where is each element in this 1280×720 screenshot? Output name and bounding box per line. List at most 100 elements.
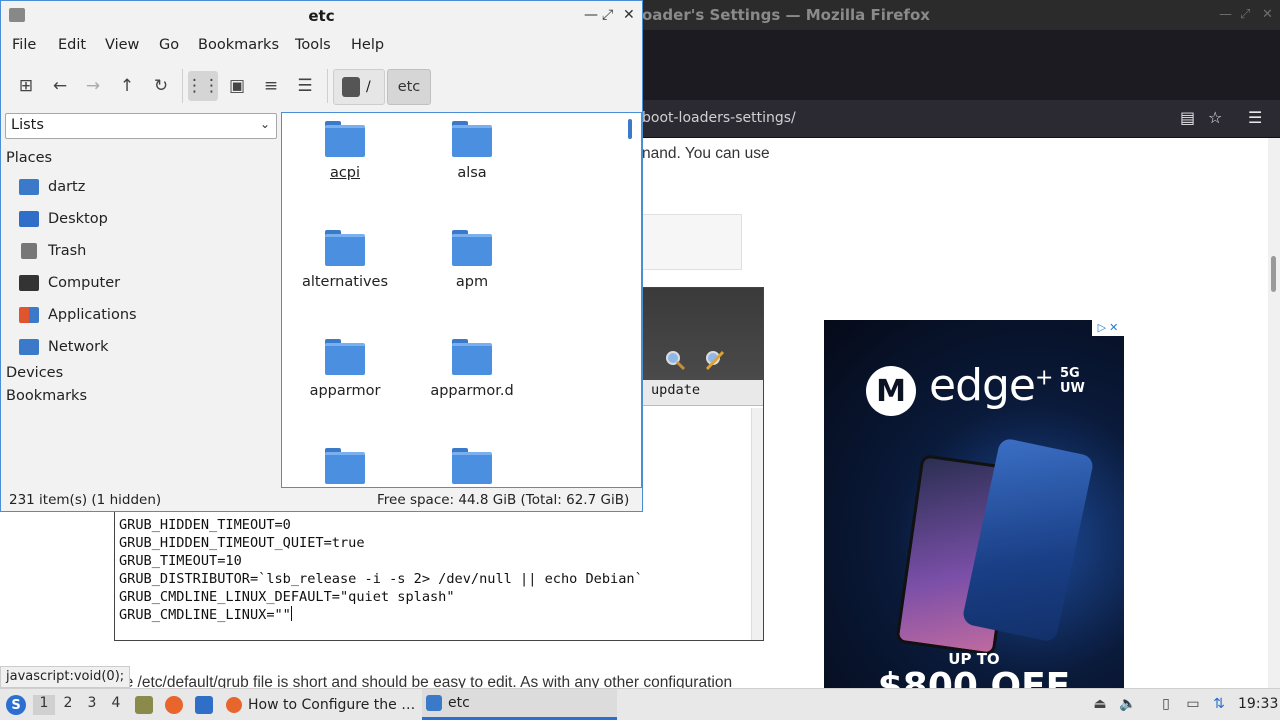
ad-network-5g: 5G — [1060, 366, 1080, 381]
reload-icon[interactable]: ↻ — [146, 71, 176, 101]
start-menu-icon[interactable]: S — [6, 695, 26, 715]
folder-item[interactable] — [285, 440, 405, 487]
applications-icon — [19, 307, 39, 323]
sidebar-item-label: Network — [48, 339, 109, 355]
detailed-view-icon[interactable]: ☰ — [290, 71, 320, 101]
firefox-launcher-icon[interactable] — [165, 696, 183, 714]
path-button-root[interactable]: / — [333, 69, 385, 105]
network-tray-icon[interactable]: ⇅ — [1210, 696, 1228, 714]
sidebar-item-applications[interactable]: Applications — [19, 303, 137, 327]
menu-view[interactable]: View — [105, 37, 139, 53]
sidebar-item-computer[interactable]: Computer — [19, 271, 120, 295]
folder-item[interactable]: alsa — [412, 113, 532, 193]
sidebar-item-label: dartz — [48, 179, 86, 195]
sidebar-item-label: Computer — [48, 275, 121, 291]
page-scrollbar-thumb[interactable] — [1271, 256, 1276, 292]
menu-edit[interactable]: Edit — [58, 37, 86, 53]
sidebar-item-desktop[interactable]: Desktop — [19, 207, 108, 231]
eject-icon[interactable]: ⏏ — [1091, 696, 1109, 714]
ad-brand-name: edge — [929, 360, 1036, 411]
file-manager-titlebar[interactable]: etc — ⤢ ✕ — [1, 1, 642, 31]
task-label: How to Configure the … — [248, 696, 416, 713]
menu-tools[interactable]: Tools — [295, 37, 331, 53]
up-icon[interactable]: ↑ — [112, 71, 142, 101]
file-view[interactable]: acpi alsa alternatives apm apparmor appa… — [281, 112, 642, 488]
task-file-manager[interactable]: etc — [422, 689, 617, 720]
back-icon[interactable]: ← — [45, 71, 75, 101]
thumbnail-view-icon[interactable]: ▣ — [222, 71, 252, 101]
folder-label: alsa — [457, 165, 487, 181]
volume-icon[interactable]: 🔈 — [1119, 696, 1137, 714]
folder-item[interactable]: acpi — [285, 113, 405, 193]
reader-view-icon[interactable]: ▤ — [1180, 108, 1195, 127]
file-manager-launcher-icon[interactable] — [135, 696, 153, 714]
file-view-scrollbar[interactable] — [621, 113, 641, 487]
sidebar-item-dartz[interactable]: dartz — [19, 175, 85, 199]
places-heading[interactable]: Places — [6, 150, 52, 166]
new-tab-icon[interactable]: ⊞ — [11, 71, 41, 101]
ad-info-icon[interactable]: ▷ — [1098, 322, 1106, 334]
trash-icon — [21, 243, 37, 259]
menu-go[interactable]: Go — [159, 37, 179, 53]
ad-brand-sup: + — [1035, 365, 1053, 391]
code-box — [642, 214, 742, 270]
folder-icon — [452, 339, 492, 375]
menu-file[interactable]: File — [12, 37, 36, 53]
folder-label: apparmor — [309, 383, 381, 399]
close-icon[interactable]: ✕ — [1262, 7, 1273, 22]
chevron-down-icon: ⌄ — [259, 117, 270, 131]
sidebar-item-trash[interactable]: Trash — [19, 239, 86, 263]
toolbar-separator — [182, 69, 183, 103]
advertisement[interactable]: ▷ ✕ M edge+ 5G UW UP TO $800 OFF — [824, 320, 1124, 688]
forward-icon[interactable]: → — [78, 71, 108, 101]
menu-help[interactable]: Help — [351, 37, 384, 53]
menu-bookmarks[interactable]: Bookmarks — [198, 37, 279, 53]
terminal-line: GRUB_TIMEOUT=10 — [119, 553, 242, 569]
close-icon[interactable]: ✕ — [623, 7, 635, 23]
desktop-icon — [19, 211, 39, 227]
maximize-icon[interactable]: ⤢ — [602, 7, 613, 23]
bookmark-star-icon[interactable]: ☆ — [1208, 108, 1222, 127]
icon-view-icon[interactable]: ⋮⋮ — [186, 71, 220, 101]
article-text: nand. You can use — [642, 145, 770, 162]
workspace-3[interactable]: 3 — [81, 695, 103, 715]
minimize-icon[interactable]: — — [1219, 7, 1232, 22]
status-link-preview: javascript:void(0); — [0, 666, 131, 688]
tools-icon — [705, 350, 725, 371]
display-icon[interactable]: ▭ — [1184, 696, 1202, 714]
sidebar-item-label: Trash — [48, 243, 87, 259]
page-scrollbar[interactable] — [1268, 138, 1280, 688]
devices-heading[interactable]: Devices — [6, 365, 63, 381]
side-pane-mode-select[interactable]: Lists ⌄ — [5, 113, 277, 139]
status-bar: 231 item(s) (1 hidden) Free space: 44.8 … — [1, 489, 642, 511]
minimize-icon[interactable]: — — [584, 7, 598, 23]
bookmarks-heading[interactable]: Bookmarks — [6, 388, 87, 404]
workspace-4[interactable]: 4 — [105, 695, 127, 715]
maximize-icon[interactable]: ⤢ — [1240, 7, 1250, 22]
folder-item[interactable]: apparmor — [285, 331, 405, 411]
sidebar-item-network[interactable]: Network — [19, 335, 109, 359]
folder-item[interactable]: apm — [412, 222, 532, 302]
clipboard-icon[interactable]: ▯ — [1157, 696, 1175, 714]
compact-view-icon[interactable]: ≡ — [256, 71, 286, 101]
hamburger-menu-icon[interactable]: ☰ — [1248, 108, 1262, 127]
desktop-launcher-icon[interactable] — [195, 696, 213, 714]
clock[interactable]: 19:33 — [1238, 696, 1278, 712]
toolbar: ⊞ ← → ↑ ↻ ⋮⋮ ▣ ≡ ☰ / etc — [1, 65, 642, 107]
folder-icon — [325, 230, 365, 266]
terminal-line: GRUB_HIDDEN_TIMEOUT=0 — [119, 517, 291, 533]
folder-icon — [325, 448, 365, 484]
workspace-1[interactable]: 1 — [33, 695, 55, 715]
folder-item[interactable]: alternatives — [285, 222, 405, 302]
folder-item[interactable] — [412, 440, 532, 487]
file-view-scrollbar-thumb[interactable] — [628, 119, 632, 139]
path-button-current[interactable]: etc — [387, 69, 431, 105]
folder-item[interactable]: apparmor.d — [412, 331, 532, 411]
menubar: File Edit View Go Bookmarks Tools Help — [1, 33, 642, 59]
ad-choices[interactable]: ▷ ✕ — [1092, 320, 1124, 336]
workspace-2[interactable]: 2 — [57, 695, 79, 715]
ad-close-icon[interactable]: ✕ — [1109, 322, 1118, 334]
address-bar[interactable]: boot-loaders-settings/ — [642, 110, 796, 126]
task-firefox[interactable]: How to Configure the … — [222, 689, 420, 720]
folder-icon — [325, 121, 365, 157]
